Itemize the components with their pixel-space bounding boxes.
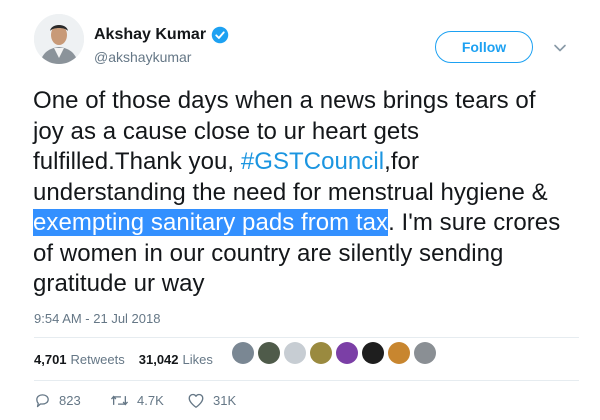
reply-count: 823 (59, 393, 81, 408)
likes-label: Likes (182, 352, 213, 367)
heart-icon (188, 393, 204, 408)
retweets-stat[interactable]: 4,701 Retweets (34, 352, 125, 367)
divider (34, 337, 579, 338)
reply-button[interactable]: 823 (34, 392, 81, 409)
tweet-timestamp[interactable]: 9:54 AM - 21 Jul 2018 (34, 311, 160, 326)
liker-avatar[interactable] (232, 342, 254, 364)
tweet-text: One of those days when a news brings tea… (33, 86, 573, 300)
retweet-button[interactable]: 4.7K (110, 392, 164, 409)
retweet-icon (110, 395, 129, 406)
retweets-count: 4,701 (34, 352, 67, 367)
tweet-card: Akshay Kumar @akshaykumar Follow One of … (0, 0, 600, 420)
like-button[interactable]: 31K (187, 392, 236, 409)
liker-avatar[interactable] (284, 342, 306, 364)
likes-count: 31,042 (138, 352, 179, 367)
verified-badge-icon (211, 26, 229, 44)
liker-avatar[interactable] (336, 342, 358, 364)
selected-text: exempting sanitary pads from tax (33, 209, 389, 236)
liker-avatar[interactable] (362, 342, 384, 364)
divider (34, 380, 579, 381)
user-name[interactable]: Akshay Kumar (94, 26, 206, 44)
liker-avatar[interactable] (388, 342, 410, 364)
likes-stat[interactable]: 31,042 Likes (139, 352, 213, 367)
avatar[interactable] (34, 14, 84, 64)
follow-button[interactable]: Follow (435, 31, 533, 63)
liker-avatar[interactable] (310, 342, 332, 364)
liker-avatar[interactable] (414, 342, 436, 364)
liker-avatar[interactable] (258, 342, 280, 364)
retweets-label: Retweets (70, 352, 125, 367)
retweet-count: 4.7K (137, 393, 164, 408)
chevron-down-icon[interactable] (553, 41, 567, 55)
user-handle[interactable]: @akshaykumar (94, 49, 191, 65)
like-count: 31K (213, 393, 237, 408)
user-name-row[interactable]: Akshay Kumar (94, 26, 229, 44)
engagement-stats: 4,701 Retweets 31,042 Likes (34, 352, 213, 367)
reply-icon (36, 394, 49, 408)
hashtag-link[interactable]: #GSTCouncil (241, 148, 384, 175)
liker-avatars (232, 342, 436, 364)
